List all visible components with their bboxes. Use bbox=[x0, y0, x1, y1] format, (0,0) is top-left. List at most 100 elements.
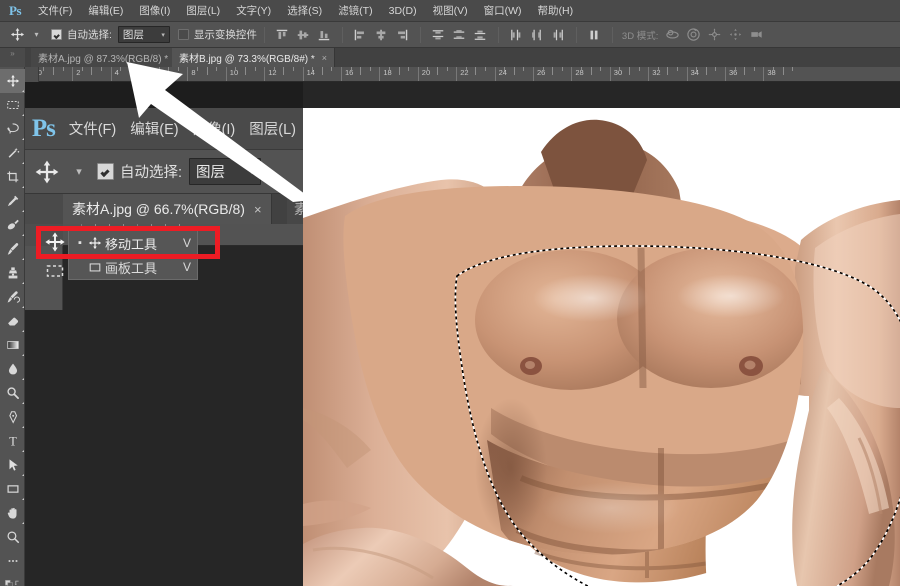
slide-3d-object-icon[interactable] bbox=[726, 25, 745, 44]
brush-tool[interactable] bbox=[0, 237, 25, 261]
ruler-tick bbox=[648, 67, 650, 81]
move-tool-flyout-menu[interactable]: ▪ 移动工具 V 画板工具 V bbox=[68, 230, 198, 280]
align-vertical-centers-icon[interactable] bbox=[294, 25, 313, 44]
flyout-item-shortcut: V bbox=[182, 236, 191, 250]
hand-tool[interactable] bbox=[0, 501, 25, 525]
auto-select-checkbox[interactable] bbox=[51, 29, 62, 40]
eraser-tool[interactable] bbox=[0, 309, 25, 333]
inset-rectangular-marquee-tool[interactable] bbox=[42, 258, 68, 284]
align-top-edges-icon[interactable] bbox=[273, 25, 292, 44]
history-brush-tool[interactable] bbox=[0, 285, 25, 309]
ruler-tick bbox=[110, 67, 112, 81]
inset-tab-gutter bbox=[25, 194, 63, 224]
tool-group-indicator bbox=[21, 137, 24, 140]
ruler-tick bbox=[686, 67, 688, 81]
default-colors-swatch[interactable] bbox=[0, 573, 25, 586]
dodge-tool[interactable] bbox=[0, 381, 25, 405]
roll-3d-object-icon[interactable] bbox=[684, 25, 703, 44]
ruler-label: 22 bbox=[460, 68, 469, 77]
ruler-tick bbox=[494, 67, 496, 81]
divider bbox=[575, 26, 577, 43]
distribute-vertical-center-icon[interactable] bbox=[450, 25, 469, 44]
align-more-icon[interactable] bbox=[585, 25, 604, 44]
scale-3d-object-icon[interactable] bbox=[747, 25, 766, 44]
pan-3d-object-icon[interactable] bbox=[705, 25, 724, 44]
options-bar: ▾ 自动选择: 图层 ▾ 显示变换控件 3D 模式: bbox=[0, 22, 900, 48]
ruler-label: 24 bbox=[498, 68, 507, 77]
align-bottom-edges-icon[interactable] bbox=[315, 25, 334, 44]
tool-preset-chevron-down-icon[interactable]: ▾ bbox=[30, 23, 43, 47]
ruler-label: 18 bbox=[383, 68, 392, 77]
ruler-minor-tick bbox=[43, 67, 45, 71]
menu-view[interactable]: 视图(V) bbox=[425, 0, 476, 22]
rectangle-shape-tool[interactable] bbox=[0, 477, 25, 501]
distribute-right-icon[interactable] bbox=[549, 25, 568, 44]
divider bbox=[341, 26, 343, 43]
mode-3d-label: 3D 模式: bbox=[621, 30, 659, 42]
svg-text:T: T bbox=[9, 434, 17, 448]
menu-filter[interactable]: 滤镜(T) bbox=[330, 0, 380, 22]
path-selection-tool[interactable] bbox=[0, 453, 25, 477]
crop-tool[interactable] bbox=[0, 165, 25, 189]
ruler-minor-tick bbox=[398, 67, 400, 75]
inset-menu-file[interactable]: 文件(F) bbox=[62, 118, 124, 139]
align-horizontal-centers-icon[interactable] bbox=[372, 25, 391, 44]
align-left-edges-icon[interactable] bbox=[351, 25, 370, 44]
divider bbox=[263, 26, 265, 43]
inset-chevron-down-icon[interactable]: ▾ bbox=[69, 165, 89, 178]
ruler-label: 36 bbox=[729, 68, 738, 77]
white-arrow-annotation bbox=[125, 52, 315, 207]
gradient-tool[interactable] bbox=[0, 333, 25, 357]
show-transform-controls-checkbox[interactable] bbox=[177, 29, 189, 40]
ruler-minor-tick bbox=[782, 67, 784, 75]
auto-select-dropdown[interactable]: 图层 ▾ bbox=[117, 26, 170, 43]
ruler-minor-tick bbox=[408, 67, 410, 71]
ruler-minor-tick bbox=[513, 67, 515, 75]
ruler-label: 30 bbox=[613, 68, 623, 77]
ruler-minor-tick bbox=[542, 67, 544, 71]
move-tool[interactable] bbox=[0, 69, 25, 93]
distribute-bottom-icon[interactable] bbox=[471, 25, 490, 44]
menu-type[interactable]: 文字(Y) bbox=[228, 0, 279, 22]
healing-brush-tool[interactable] bbox=[0, 213, 25, 237]
clone-stamp-tool[interactable] bbox=[0, 261, 25, 285]
ruler-minor-tick bbox=[360, 67, 362, 75]
eyedropper-tool[interactable] bbox=[0, 189, 25, 213]
ruler-minor-tick bbox=[437, 67, 438, 75]
zoom-tool[interactable] bbox=[0, 525, 25, 549]
close-icon[interactable]: × bbox=[322, 53, 327, 63]
inset-selected-move-tool[interactable] bbox=[42, 230, 68, 254]
edit-toolbar-tool[interactable] bbox=[0, 549, 25, 573]
image-canvas[interactable] bbox=[303, 108, 900, 586]
selected-bullet-icon: ▪ bbox=[78, 237, 82, 249]
type-tool[interactable]: T bbox=[0, 429, 25, 453]
flyout-item-move-tool[interactable]: ▪ 移动工具 V bbox=[69, 231, 197, 255]
inset-move-tool-icon[interactable] bbox=[25, 152, 69, 192]
lasso-tool[interactable] bbox=[0, 117, 25, 141]
collapse-panels-icon[interactable]: » bbox=[0, 48, 25, 67]
ruler-minor-tick bbox=[389, 67, 390, 71]
move-tool-icon[interactable] bbox=[4, 23, 30, 47]
menu-3d[interactable]: 3D(D) bbox=[381, 0, 425, 22]
blur-tool[interactable] bbox=[0, 357, 25, 381]
menu-window[interactable]: 窗口(W) bbox=[476, 0, 530, 22]
menu-layer[interactable]: 图层(L) bbox=[178, 0, 228, 22]
inset-auto-select-checkbox[interactable] bbox=[97, 163, 114, 180]
magic-wand-tool[interactable] bbox=[0, 141, 25, 165]
pen-tool[interactable] bbox=[0, 405, 25, 429]
distribute-top-icon[interactable] bbox=[429, 25, 448, 44]
flyout-item-artboard-tool[interactable]: 画板工具 V bbox=[69, 255, 197, 279]
menu-help[interactable]: 帮助(H) bbox=[530, 0, 582, 22]
rectangular-marquee-tool[interactable] bbox=[0, 93, 25, 117]
rotate-3d-object-icon[interactable] bbox=[663, 25, 682, 44]
distribute-left-icon[interactable] bbox=[507, 25, 526, 44]
ruler-minor-tick bbox=[62, 67, 64, 71]
menu-image[interactable]: 图像(I) bbox=[131, 0, 178, 22]
menu-edit[interactable]: 编辑(E) bbox=[80, 0, 131, 22]
menu-select[interactable]: 选择(S) bbox=[279, 0, 330, 22]
ruler-tick bbox=[571, 67, 573, 81]
distribute-horizontal-center-icon[interactable] bbox=[528, 25, 547, 44]
align-right-edges-icon[interactable] bbox=[393, 25, 412, 44]
menu-file[interactable]: 文件(F) bbox=[30, 0, 80, 22]
ruler-minor-tick bbox=[552, 67, 554, 75]
